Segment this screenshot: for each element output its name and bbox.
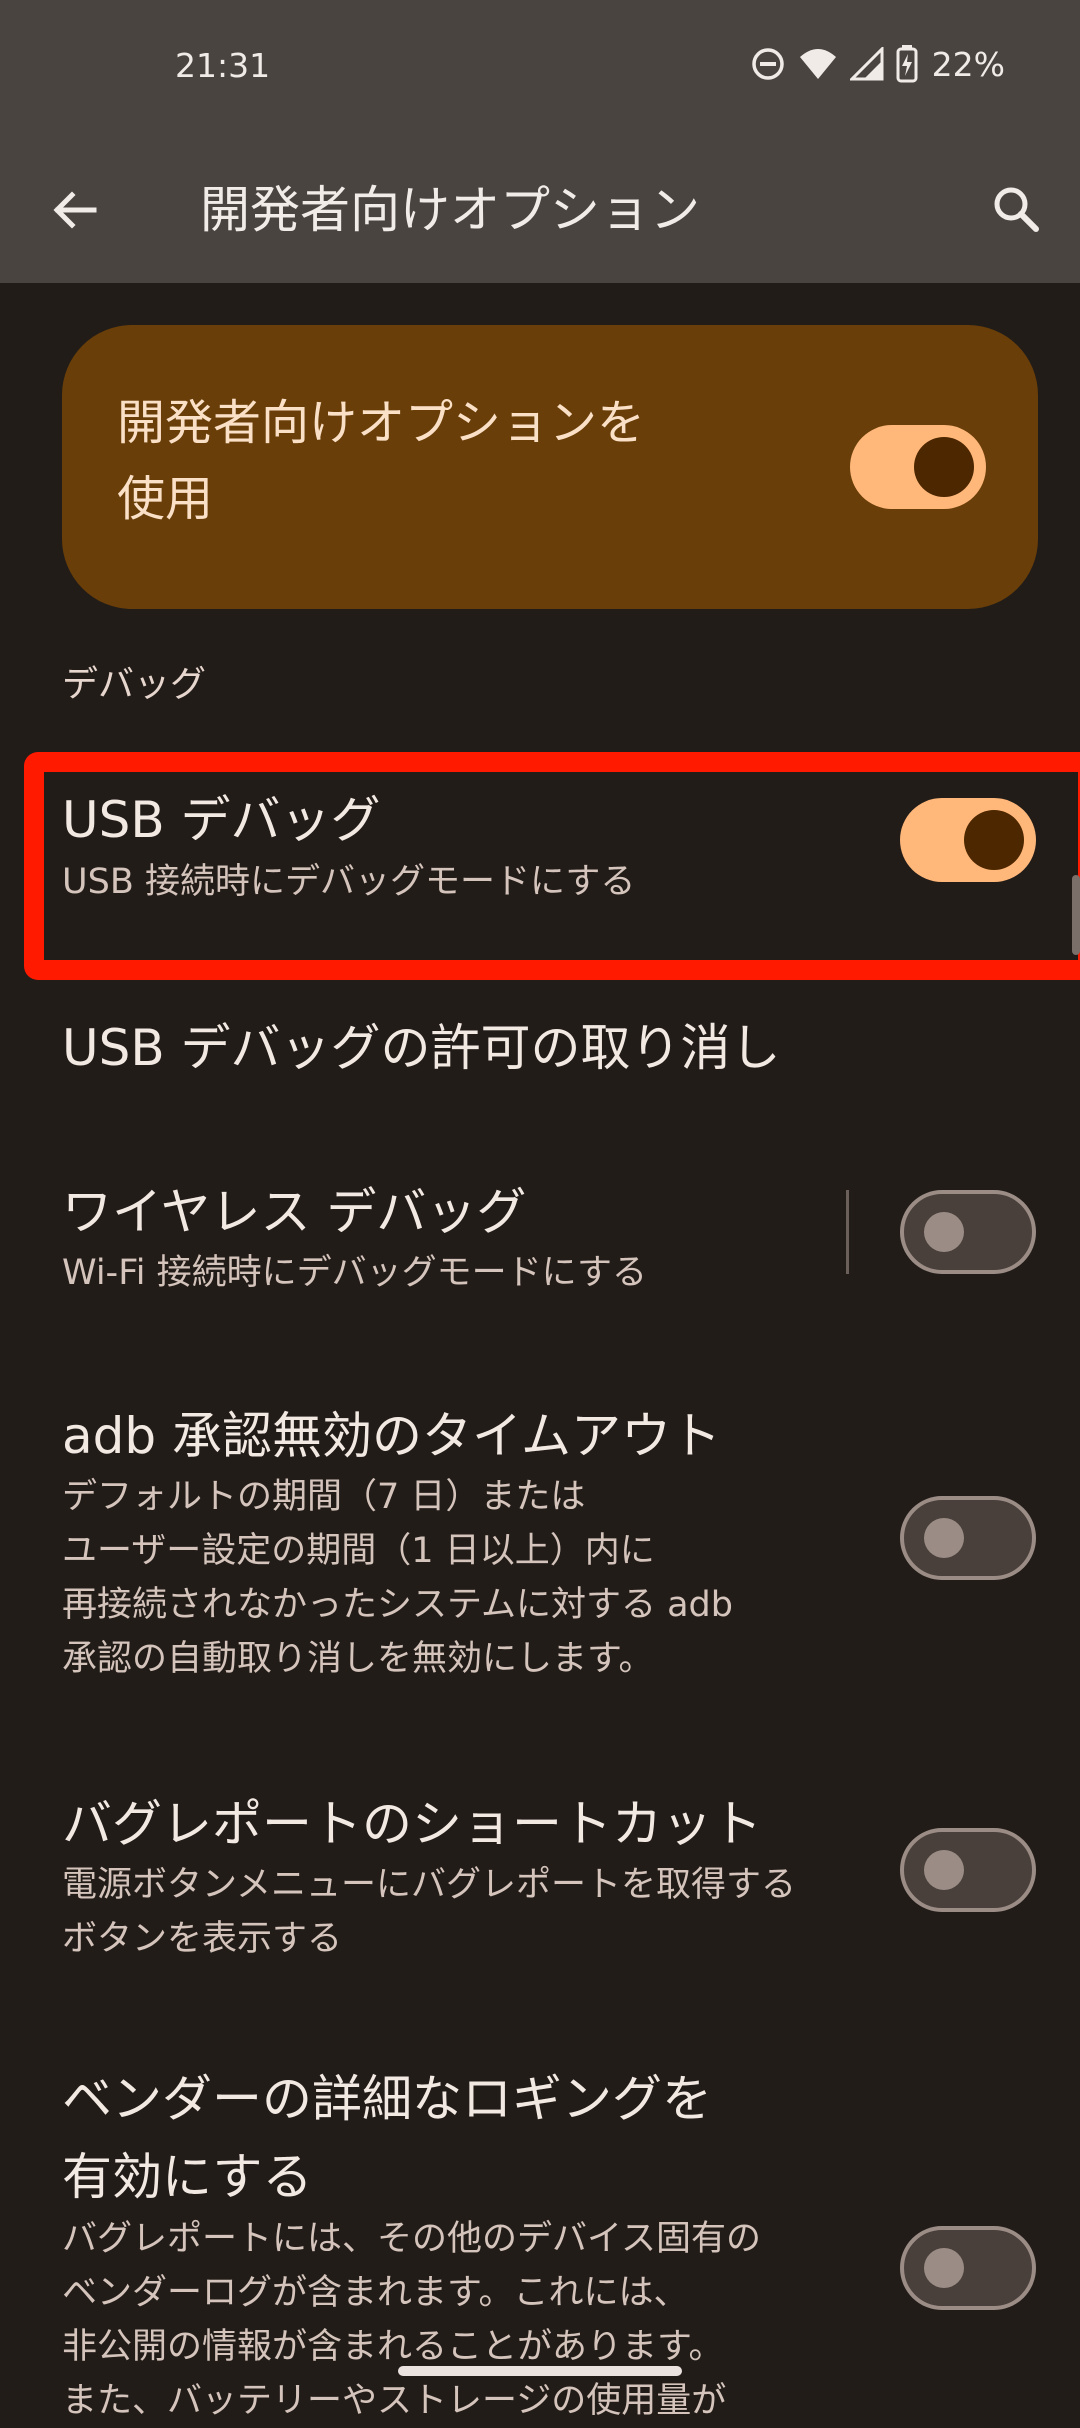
pref-summary: バグレポートには、その他のデバイス固有の ベンダーログが含まれます。これには、 … [62,2219,761,2421]
highlight-annotation-box [24,752,1080,980]
signal-icon [849,47,884,81]
dnd-icon [751,48,784,80]
pref-summary: Wi-Fi 接続時にデバッグモードにする [62,1253,647,1293]
status-time: 21:31 [175,46,271,85]
battery-percent: 22% [931,44,1005,84]
section-header-debug: デバッグ [62,664,207,705]
pref-summary: デフォルトの期間（7 日）または ユーザー設定の期間（1 日以上）内に 再接続さ… [62,1477,733,1679]
gesture-home-indicator[interactable] [398,2366,682,2376]
master-toggle-label: 開発者向けオプションを 使用 [117,395,646,527]
adb-auth-timeout-switch[interactable] [900,1496,1036,1580]
wireless-debugging-switch[interactable] [900,1190,1036,1274]
pref-title: ワイヤレス デバッグ [62,1183,527,1241]
switch-knob [924,1850,964,1890]
search-icon [994,187,1039,232]
vendor-logging-switch[interactable] [900,2226,1036,2310]
switch-knob [924,2248,964,2288]
switch-knob [914,437,974,497]
app-bar: 開発者向けオプション [0,135,1080,283]
status-icons: 22% [750,44,1005,84]
scrollbar-thumb[interactable] [1072,875,1080,955]
developer-options-master-card[interactable]: 開発者向けオプションを 使用 [62,325,1038,609]
arrow-back-icon [53,191,97,229]
pref-title: バグレポートのショートカット [62,1795,762,1853]
pref-title: USB デバッグの許可の取り消し [62,1019,781,1077]
battery-charging-icon [896,45,918,83]
pref-summary: 電源ボタンメニューにバグレポートを取得する ボタンを表示する [62,1865,796,1959]
switch-knob [924,1212,964,1252]
switch-knob [924,1518,964,1558]
search-button[interactable] [982,175,1052,245]
vertical-divider [846,1190,849,1274]
bugreport-shortcut-switch[interactable] [900,1828,1036,1912]
pref-title: adb 承認無効のタイムアウト [62,1407,722,1465]
page-title: 開発者向けオプション [200,181,700,239]
status-bar: 21:31 22% [0,0,1080,135]
back-button[interactable] [40,175,110,245]
master-switch[interactable] [850,425,986,509]
wifi-icon [799,49,836,79]
pref-title: ベンダーの詳細なロギングを 有効にする [62,2070,712,2206]
